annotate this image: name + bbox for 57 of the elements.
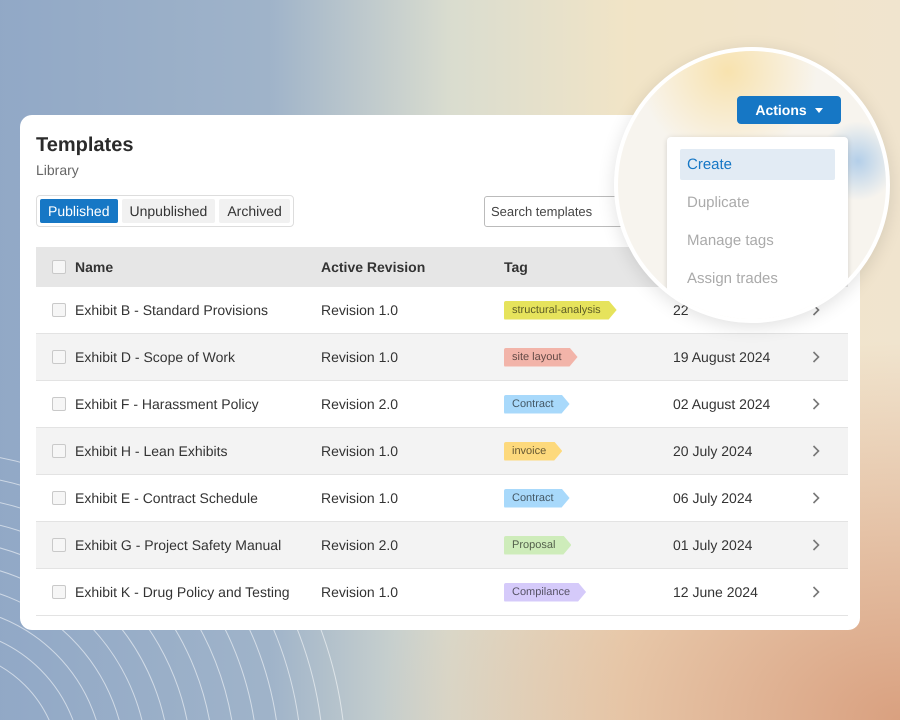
column-header: Active Revision	[321, 259, 426, 275]
column-header: Tag	[504, 259, 528, 275]
chevron-right-icon[interactable]	[812, 492, 820, 504]
chevron-right-icon[interactable]	[812, 539, 820, 551]
template-name: Exhibit F - Harassment Policy	[75, 396, 259, 412]
tab[interactable]: Published	[40, 199, 118, 223]
tag-label: Contract	[504, 394, 570, 414]
chevron-right-icon[interactable]	[812, 445, 820, 457]
checkbox[interactable]	[52, 538, 66, 552]
tag-label: Compilance	[504, 582, 586, 602]
template-name: Exhibit K - Drug Policy and Testing	[75, 584, 290, 600]
date-text: 01 July 2024	[673, 537, 752, 553]
page-title: Templates	[36, 133, 134, 157]
checkbox[interactable]	[52, 585, 66, 599]
chevron-right-icon[interactable]	[812, 304, 820, 316]
tag-label: Proposal	[504, 536, 572, 554]
checkbox[interactable]	[52, 303, 66, 317]
tag-label: invoice	[504, 442, 562, 460]
checkbox[interactable]	[52, 350, 66, 364]
column-header: Name	[75, 259, 114, 275]
revision-text: Revision 1.0	[321, 584, 398, 600]
template-name: Exhibit D - Scope of Work	[75, 349, 236, 365]
tag-label: site layout	[504, 348, 578, 366]
revision-text: Revision 1.0	[321, 443, 398, 459]
template-name: Exhibit G - Project Safety Manual	[75, 537, 282, 553]
template-name: Exhibit H - Lean Exhibits	[75, 443, 228, 459]
menu-item: Manage tags	[686, 231, 775, 251]
template-name: Exhibit B - Standard Provisions	[75, 302, 268, 318]
tag-label: structural-analysis	[504, 300, 617, 320]
menu-item[interactable]: Create	[680, 149, 835, 180]
date-text: 19 August 2024	[673, 349, 770, 365]
checkbox[interactable]	[52, 444, 66, 458]
menu-item: Assign trades	[686, 269, 779, 289]
checkbox[interactable]	[52, 491, 66, 505]
revision-text: Revision 1.0	[321, 302, 398, 318]
actions-button[interactable]: Actions	[737, 96, 841, 124]
checkbox[interactable]	[52, 260, 66, 274]
revision-text: Revision 1.0	[321, 349, 398, 365]
template-name: Exhibit E - Contract Schedule	[75, 490, 258, 506]
tab[interactable]: Archived	[219, 199, 290, 223]
revision-text: Revision 2.0	[321, 396, 398, 412]
caret-down-icon	[814, 108, 823, 112]
chevron-right-icon[interactable]	[812, 351, 820, 363]
date-text: 06 July 2024	[673, 490, 752, 506]
tag-label: Contract	[504, 488, 570, 508]
chevron-right-icon[interactable]	[812, 586, 820, 598]
date-text: 22	[673, 302, 689, 318]
revision-text: Revision 1.0	[321, 490, 398, 506]
page-subtitle: Library	[36, 161, 79, 179]
checkbox[interactable]	[52, 397, 66, 411]
chevron-right-icon[interactable]	[812, 398, 820, 410]
date-text: 20 July 2024	[673, 443, 752, 459]
menu-item: Duplicate	[686, 193, 751, 213]
revision-text: Revision 2.0	[321, 537, 398, 553]
tab[interactable]: Unpublished	[122, 199, 216, 223]
date-text: 02 August 2024	[673, 396, 770, 412]
date-text: 12 June 2024	[673, 584, 758, 600]
